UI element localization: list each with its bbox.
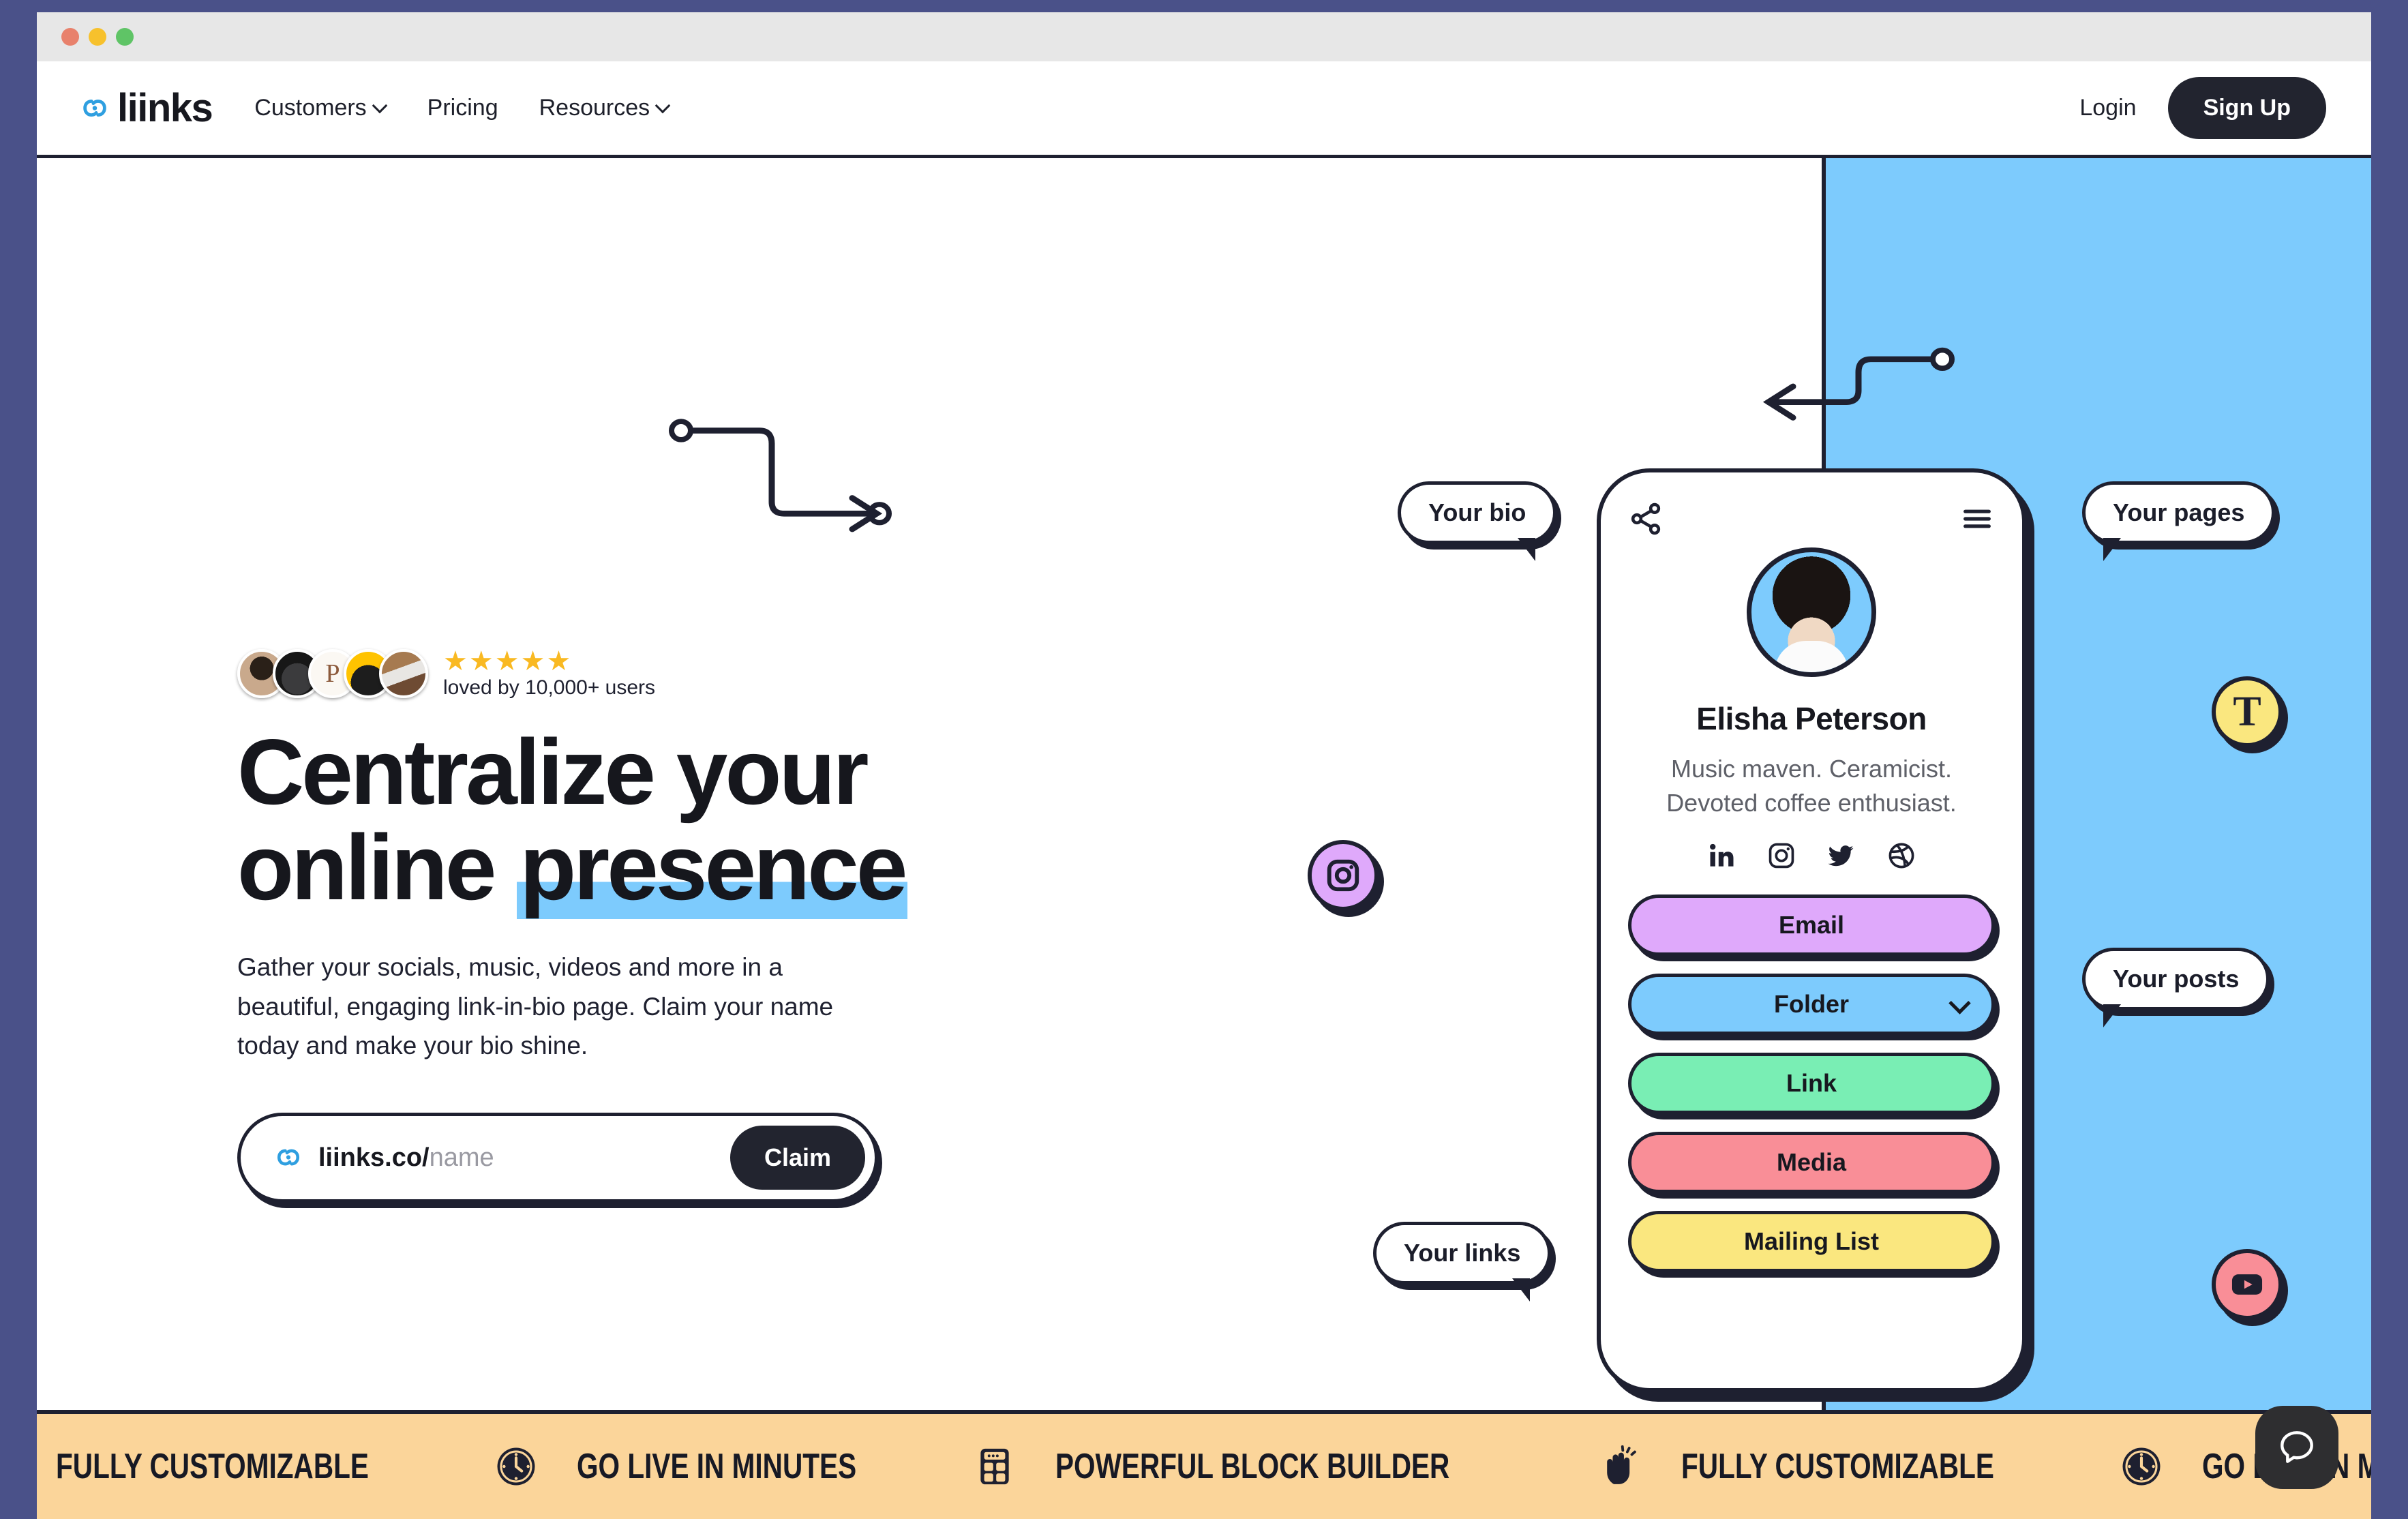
marquee-text: FULLY CUSTOMIZABLE bbox=[56, 1447, 369, 1486]
profile-avatar bbox=[1747, 547, 1876, 677]
claim-input-placeholder: name bbox=[429, 1143, 494, 1172]
star-rating-icon: ★★★★★ bbox=[443, 646, 573, 676]
callout-your-posts: Your posts bbox=[2082, 948, 2270, 1027]
chevron-down-icon bbox=[374, 100, 387, 112]
profile-bio-line-2: Devoted coffee enthusiast. bbox=[1666, 789, 1957, 817]
browser-window: liinks Customers Pricing Resources Login… bbox=[37, 12, 2371, 1519]
marquee-item: FULLY CUSTOMIZABLE bbox=[1662, 1444, 2183, 1489]
social-proof: ★★★★★ loved by 10,000+ users bbox=[237, 648, 1089, 700]
twitter-icon[interactable] bbox=[1827, 841, 1856, 870]
link-block-mailing-list[interactable]: Mailing List bbox=[1628, 1210, 1995, 1272]
headline-line-1: Centralize your bbox=[237, 720, 869, 824]
node-instagram[interactable] bbox=[1308, 840, 1379, 911]
nav-item-customers[interactable]: Customers bbox=[254, 95, 386, 121]
site-navbar: liinks Customers Pricing Resources Login… bbox=[37, 61, 2371, 158]
hero-section: ★★★★★ loved by 10,000+ users Centralize … bbox=[37, 158, 2371, 1410]
claim-name-field[interactable]: liinks.co/name Claim bbox=[237, 1113, 878, 1203]
marquee-item: FULLY CUSTOMIZABLE bbox=[37, 1444, 558, 1489]
claim-button[interactable]: Claim bbox=[729, 1126, 865, 1190]
rating-block: ★★★★★ loved by 10,000+ users bbox=[443, 648, 655, 700]
phone-topbar bbox=[1628, 501, 1995, 537]
close-window-button[interactable] bbox=[61, 28, 79, 46]
chat-bubble-icon bbox=[2281, 1431, 2313, 1463]
profile-bio-line-1: Music maven. Ceramicist. bbox=[1670, 755, 1953, 783]
share-icon[interactable] bbox=[1628, 501, 1664, 537]
hero-copy: ★★★★★ loved by 10,000+ users Centralize … bbox=[237, 648, 1089, 1203]
nav-item-customers-label: Customers bbox=[254, 95, 367, 121]
marquee-item: GO LIVE IN MINUTES bbox=[558, 1444, 1036, 1489]
link-block-mailing-list-label: Mailing List bbox=[1744, 1227, 1879, 1255]
signup-button[interactable]: Sign Up bbox=[2167, 77, 2326, 139]
nav-links: Customers Pricing Resources bbox=[254, 95, 669, 121]
chevron-down-icon bbox=[1951, 995, 1968, 1013]
callout-your-pages: Your pages bbox=[2082, 481, 2276, 561]
maximize-window-button[interactable] bbox=[116, 28, 134, 46]
clock-icon bbox=[497, 1447, 535, 1486]
profile-name: Elisha Peterson bbox=[1696, 701, 1927, 736]
login-link[interactable]: Login bbox=[2079, 95, 2136, 121]
brand-name: liinks bbox=[117, 85, 213, 130]
instagram-icon bbox=[1327, 859, 1359, 892]
callout-your-links: Your links bbox=[1373, 1222, 1552, 1302]
nav-item-resources[interactable]: Resources bbox=[539, 95, 670, 121]
headline-line-2-highlight: presence bbox=[517, 815, 907, 920]
marquee-item: POWERFUL BLOCK BUILDER bbox=[1036, 1444, 1661, 1489]
brand-logo[interactable]: liinks bbox=[79, 85, 213, 130]
link-block-link[interactable]: Link bbox=[1628, 1052, 1995, 1114]
link-block-link-label: Link bbox=[1786, 1068, 1837, 1097]
marquee-text: POWERFUL BLOCK BUILDER bbox=[1055, 1447, 1450, 1486]
claim-domain-prefix: liinks.co/ bbox=[318, 1143, 430, 1172]
dribbble-icon[interactable] bbox=[1887, 841, 1916, 870]
hero-subcopy: Gather your socials, music, videos and m… bbox=[237, 953, 834, 1059]
node-youtube[interactable] bbox=[2212, 1249, 2283, 1320]
profile-social-icons bbox=[1628, 841, 1995, 870]
liinks-logo-icon bbox=[277, 1149, 300, 1166]
marquee-text: FULLY CUSTOMIZABLE bbox=[1681, 1447, 1994, 1486]
node-text[interactable]: T bbox=[2212, 676, 2283, 747]
nav-actions: Login Sign Up bbox=[2079, 77, 2326, 139]
link-block-email[interactable]: Email bbox=[1628, 894, 1995, 956]
nav-item-resources-label: Resources bbox=[539, 95, 650, 121]
youtube-icon bbox=[2231, 1274, 2263, 1295]
loved-by-caption: loved by 10,000+ users bbox=[443, 676, 656, 699]
nav-item-pricing[interactable]: Pricing bbox=[427, 95, 498, 121]
link-block-media[interactable]: Media bbox=[1628, 1131, 1995, 1193]
profile-bio: Music maven. Ceramicist. Devoted coffee … bbox=[1628, 752, 1995, 821]
liinks-logo-icon bbox=[83, 99, 106, 117]
profile-link-blocks: Email Folder Link Media Mailing List bbox=[1628, 894, 1995, 1272]
phone-mockup: Elisha Peterson Music maven. Ceramicist.… bbox=[1597, 468, 2026, 1392]
window-titlebar bbox=[37, 12, 2371, 61]
feature-marquee: FULLY CUSTOMIZABLE GO LIVE IN MINUTES PO… bbox=[37, 1410, 2371, 1519]
text-t-icon: T bbox=[2233, 689, 2261, 735]
headline-line-2-plain: online bbox=[237, 815, 517, 920]
traffic-lights bbox=[61, 28, 134, 46]
hamburger-menu-icon[interactable] bbox=[1959, 501, 1995, 537]
minimize-window-button[interactable] bbox=[89, 28, 106, 46]
avatar bbox=[379, 649, 428, 698]
chevron-down-icon bbox=[657, 100, 669, 112]
instagram-icon[interactable] bbox=[1767, 841, 1796, 870]
link-block-email-label: Email bbox=[1778, 910, 1845, 939]
avatar-stack bbox=[237, 649, 428, 698]
claim-input-display[interactable]: liinks.co/name bbox=[318, 1143, 494, 1173]
chat-support-button[interactable] bbox=[2255, 1406, 2338, 1489]
linkedin-icon[interactable] bbox=[1707, 841, 1736, 870]
callout-your-bio: Your bio bbox=[1398, 481, 1557, 561]
link-block-media-label: Media bbox=[1776, 1147, 1847, 1176]
blocks-icon bbox=[980, 1448, 1009, 1485]
clock-icon bbox=[2122, 1447, 2161, 1486]
waving-hand-icon bbox=[1606, 1445, 1636, 1484]
nav-item-pricing-label: Pricing bbox=[427, 95, 498, 121]
page-title: Centralize your online presence bbox=[237, 724, 1089, 920]
link-block-folder[interactable]: Folder bbox=[1628, 973, 1995, 1035]
marquee-text: GO LIVE IN MINUTES bbox=[577, 1447, 857, 1486]
link-block-folder-label: Folder bbox=[1773, 989, 1849, 1018]
